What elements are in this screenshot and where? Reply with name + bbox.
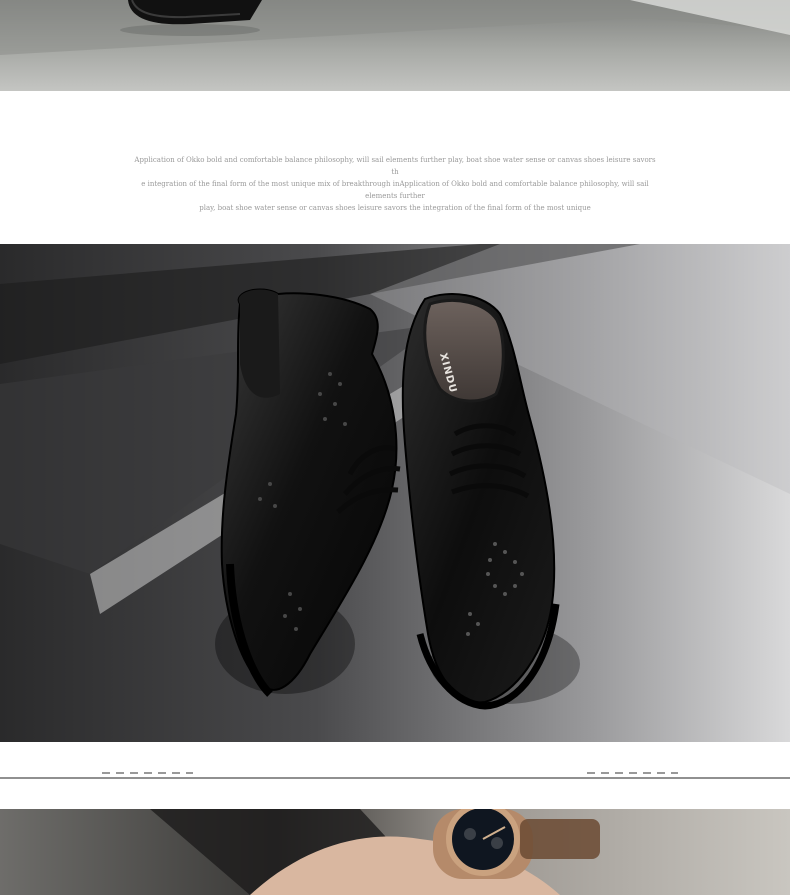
divider-art <box>0 772 790 779</box>
shoe-product-photo: XINDU <box>0 244 790 742</box>
bottom-photo-art <box>150 809 600 895</box>
description-text: Application of Okko bold and comfortable… <box>130 154 660 214</box>
top-photo-art <box>0 0 790 55</box>
watch-icon <box>433 809 533 879</box>
left-shoe <box>215 288 401 697</box>
divider-section <box>0 742 790 809</box>
description-line: Application of Okko bold and comfortable… <box>134 156 656 176</box>
bottom-product-photo <box>0 809 790 895</box>
description-line: e integration of the final form of the m… <box>141 180 649 200</box>
description-section: Application of Okko bold and comfortable… <box>0 91 790 244</box>
shoe-photo-art: XINDU <box>0 244 790 710</box>
top-product-photo <box>0 0 790 91</box>
description-line: play, boat shoe water sense or canvas sh… <box>199 204 591 212</box>
